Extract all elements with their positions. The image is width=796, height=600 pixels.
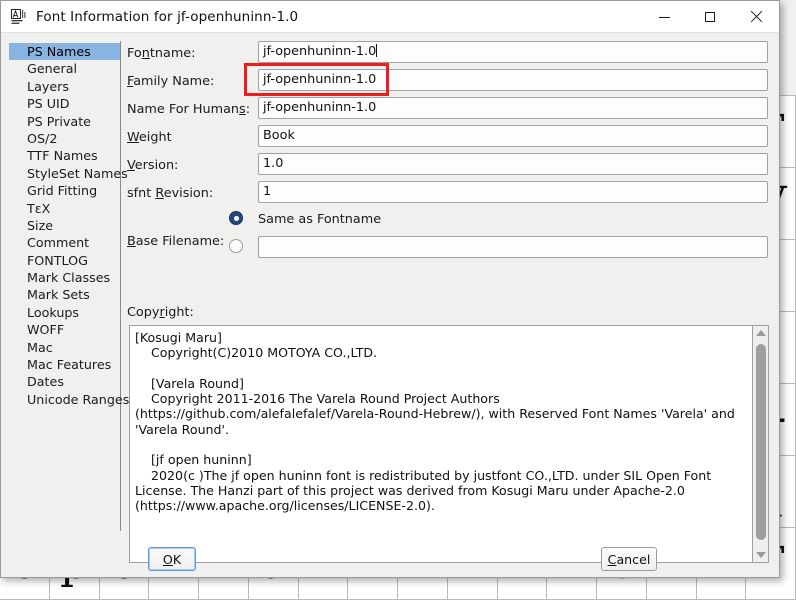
row-sfnt-revision: sfnt Revision: 1 [127,179,772,209]
sidebar-item-ps-uid[interactable]: PS UID [9,95,120,112]
sidebar-item-general[interactable]: General [9,60,120,77]
row-name-for-humans: Name For Humans: jf-openhuninn-1.0 [127,95,772,123]
weight-label: Weight [127,130,172,145]
weight-input[interactable]: Book [258,125,768,147]
sidebar-item-t-x[interactable]: TεX [9,200,120,217]
version-label: Version: [127,158,179,173]
copyright-area: [Kosugi Maru] Copyright(C)2010 MOTOYA CO… [129,325,769,563]
sidebar-item-grid-fitting[interactable]: Grid Fitting [9,182,120,199]
scroll-up-icon[interactable] [753,326,768,340]
copyright-textarea[interactable]: [Kosugi Maru] Copyright(C)2010 MOTOYA CO… [129,325,752,563]
base-filename-custom-radio[interactable] [229,239,243,253]
ps-names-form: Fontname: jf-openhuninn-1.0 Family Name:… [127,39,772,267]
family-name-input[interactable]: jf-openhuninn-1.0 [258,69,768,91]
base-filename-same-radio[interactable] [229,211,243,225]
sidebar-item-layers[interactable]: Layers [9,78,120,95]
title-bar: Font Information for jf-openhuninn-1.0 [1,1,779,33]
fontforge-glyph-icon [10,8,28,26]
dialog-body: PS Names General Layers PS UID PS Private OS/… [1,33,779,577]
row-base-filename: Base Filename: Same as Fontname [127,209,772,267]
close-icon [750,11,762,23]
settings-category-list[interactable]: PS Names General Layers PS UID PS Private OS/… [9,41,129,531]
sidebar-item-mark-sets[interactable]: Mark Sets [9,286,120,303]
sidebar-item-woff[interactable]: WOFF [9,321,120,338]
sidebar-item-mark-classes[interactable]: Mark Classes [9,269,120,286]
sidebar-item-unicode-ranges[interactable]: Unicode Ranges [9,391,129,408]
base-filename-custom-input[interactable] [258,236,768,258]
sidebar-item-ttf-names[interactable]: TTF Names [9,147,120,164]
version-input[interactable]: 1.0 [258,153,768,175]
base-filename-label: Base Filename: [127,234,225,249]
sidebar-item-dates[interactable]: Dates [9,373,120,390]
row-weight: Weight Book [127,123,772,151]
window-controls [641,1,779,33]
ok-button[interactable]: OK [148,547,196,571]
same-as-fontname-label: Same as Fontname [258,212,382,227]
scrollbar-thumb[interactable] [755,344,766,540]
sidebar-item-ps-private[interactable]: PS Private [9,113,120,130]
minimize-button[interactable] [641,1,687,33]
name-for-humans-input[interactable]: jf-openhuninn-1.0 [258,97,768,119]
cancel-button[interactable]: Cancel [601,547,657,571]
sfnt-revision-input[interactable]: 1 [258,181,768,203]
sidebar-item-ps-names[interactable]: PS Names [9,43,120,61]
fontname-input[interactable]: jf-openhuninn-1.0 [258,41,768,63]
sidebar-item-mac-features[interactable]: Mac Features [9,356,120,373]
text-caret [376,44,378,57]
fontname-label: Fontname: [127,46,196,61]
minimize-icon [658,16,670,18]
sidebar-item-mac[interactable]: Mac [9,339,120,356]
window-title: Font Information for jf-openhuninn-1.0 [36,8,299,25]
name-for-humans-label: Name For Humans: [127,102,251,117]
copyright-label: Copyright: [127,305,194,320]
font-information-dialog: Font Information for jf-openhuninn-1.0 P… [0,0,780,578]
sidebar-item-fontlog[interactable]: FONTLOG [9,252,120,269]
row-version: Version: 1.0 [127,151,772,179]
sidebar-item-comment[interactable]: Comment [9,234,120,251]
sidebar-item-styleset-names[interactable]: StyleSet Names [9,165,128,182]
maximize-button[interactable] [687,1,733,33]
sfnt-revision-label: sfnt Revision: [127,186,214,201]
scroll-down-icon[interactable] [753,548,768,562]
row-family-name: Family Name: jf-openhuninn-1.0 [127,63,772,96]
family-name-label: Family Name: [127,74,215,89]
maximize-icon [705,12,715,22]
row-fontname: Fontname: jf-openhuninn-1.0 [127,39,772,67]
sidebar-item-os-2[interactable]: OS/2 [9,130,120,147]
copyright-scrollbar[interactable] [752,325,769,563]
sidebar-item-size[interactable]: Size [9,217,120,234]
sidebar-item-lookups[interactable]: Lookups [9,304,120,321]
close-button[interactable] [733,1,779,33]
